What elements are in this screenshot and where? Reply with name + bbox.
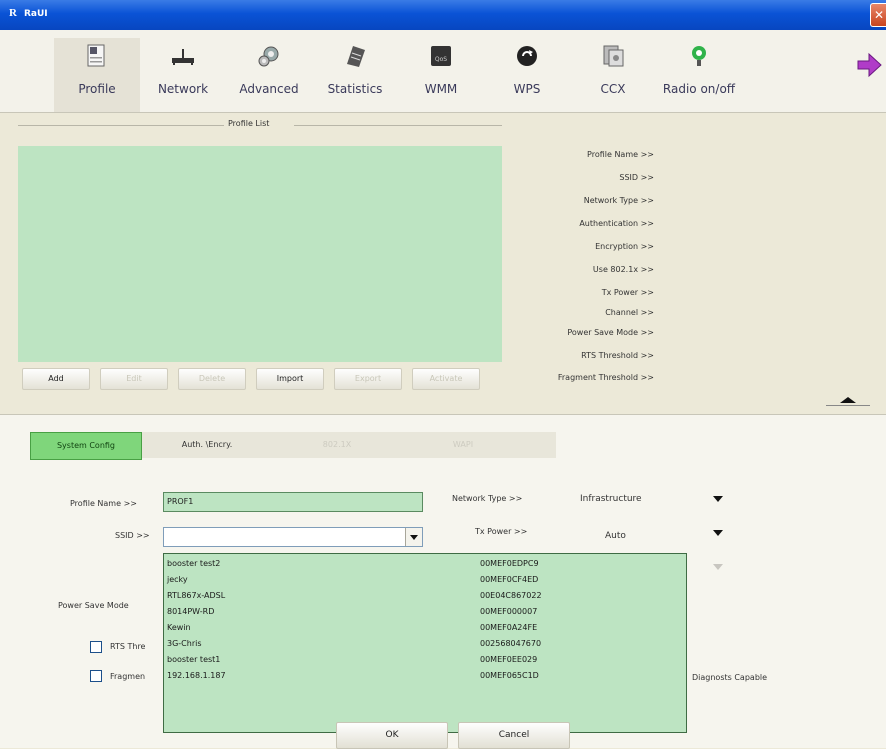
wmm-icon: QoS	[431, 46, 451, 66]
window-title: RaUI	[24, 9, 48, 19]
network-type-value[interactable]: Infrastructure	[580, 494, 642, 504]
info-use-8021x-label: Use 802.1x >>	[592, 265, 654, 274]
ssid-label: SSID >>	[115, 531, 150, 540]
tx-power-value[interactable]: Auto	[605, 531, 626, 541]
statistics-icon	[347, 46, 365, 67]
close-button[interactable]: ✕	[870, 3, 886, 27]
import-profile-button[interactable]: Import	[256, 368, 324, 390]
network-type-dropdown-icon[interactable]	[713, 496, 723, 502]
toolbar-ccx-button[interactable]: CCX	[570, 38, 656, 112]
toolbar-advanced-button[interactable]: Advanced	[226, 38, 312, 112]
tab-8021x[interactable]: 802.1X	[282, 432, 392, 458]
profile-name-label: Profile Name >>	[70, 499, 137, 508]
info-tx-power-label: Tx Power >>	[601, 288, 654, 297]
tab-auth-encry[interactable]: Auth. \Encry.	[152, 432, 262, 458]
ssid-option[interactable]: booster test2 00MEF0EDPC9	[164, 556, 686, 572]
ssid-option[interactable]: 192.168.1.187 00MEF065C1D	[164, 668, 686, 684]
fragment-threshold-label: Fragmen	[110, 672, 146, 681]
profile-list-divider	[18, 125, 224, 126]
ssid-option[interactable]: RTL867x-ADSL 00E04C867022	[164, 588, 686, 604]
toolbar-wmm-label: WMM	[424, 82, 458, 96]
network-type-label: Network Type >>	[452, 494, 523, 503]
network-icon	[172, 49, 194, 65]
profile-icon	[87, 44, 105, 67]
ssid-option[interactable]: 3G-Chris 002568047670	[164, 636, 686, 652]
tx-power-label: Tx Power >>	[475, 527, 528, 536]
info-channel-label: Channel >>	[605, 308, 654, 317]
toolbar-profile-button[interactable]: Profile	[54, 38, 140, 112]
cancel-button[interactable]: Cancel	[458, 722, 570, 749]
info-authentication-label: Authentication >>	[579, 219, 654, 228]
toolbar-network-label: Network	[157, 82, 209, 96]
edit-profile-button[interactable]: Edit	[100, 368, 168, 390]
profile-list[interactable]	[18, 146, 502, 362]
toolbar: Profile Network Advanced Statistics QoS	[0, 30, 886, 113]
toolbar-radio-button[interactable]: Radio on/off	[656, 38, 742, 112]
rts-threshold-label: RTS Thre	[110, 642, 146, 651]
toolbar-statistics-label: Statistics	[327, 82, 383, 96]
delete-profile-button[interactable]: Delete	[178, 368, 246, 390]
ssid-dropdown-button[interactable]	[405, 528, 422, 546]
export-profile-button[interactable]: Export	[334, 368, 402, 390]
add-profile-button[interactable]: Add	[22, 368, 90, 390]
ccx-icon	[603, 45, 624, 67]
info-power-save-label: Power Save Mode >>	[567, 328, 654, 337]
profile-list-title: Profile List	[228, 119, 270, 128]
tab-system-config[interactable]: System Config	[30, 432, 142, 460]
toolbar-wmm-button[interactable]: QoS WMM	[398, 38, 484, 112]
toolbar-wps-label: WPS	[513, 82, 541, 96]
toolbar-next-button[interactable]	[856, 52, 882, 78]
ssid-option[interactable]: 8014PW-RD 00MEF000007	[164, 604, 686, 620]
radio-icon	[692, 46, 706, 66]
rts-threshold-checkbox[interactable]	[90, 641, 102, 653]
wps-icon	[517, 46, 537, 66]
toolbar-statistics-button[interactable]: Statistics	[312, 38, 398, 112]
arrow-right-icon	[857, 52, 882, 78]
ssid-option[interactable]: booster test1 00MEF0EE029	[164, 652, 686, 668]
app-logo-icon: R	[9, 7, 17, 19]
power-save-label: Power Save Mode	[58, 601, 129, 610]
info-encryption-label: Encryption >>	[595, 242, 654, 251]
collapse-up-icon[interactable]	[840, 397, 856, 403]
toolbar-advanced-label: Advanced	[239, 82, 299, 96]
ssid-option[interactable]: jecky 00MEF0CF4ED	[164, 572, 686, 588]
toolbar-wps-button[interactable]: WPS	[484, 38, 570, 112]
info-rts-threshold-label: RTS Threshold >>	[581, 351, 654, 360]
info-fragment-threshold-label: Fragment Threshold >>	[557, 373, 654, 382]
tx-power-dropdown-icon[interactable]	[713, 530, 723, 536]
toolbar-network-button[interactable]: Network	[140, 38, 226, 112]
toolbar-profile-label: Profile	[78, 82, 116, 96]
tab-wapi[interactable]: WAPI	[408, 432, 518, 458]
title-bar: R RaUI ✕	[0, 0, 886, 30]
fragment-threshold-checkbox[interactable]	[90, 670, 102, 682]
svg-text:QoS: QoS	[435, 56, 447, 63]
profile-name-input[interactable]: PROF1	[163, 492, 423, 512]
toolbar-ccx-label: CCX	[600, 82, 626, 96]
info-profile-name-label: Profile Name >>	[587, 150, 654, 159]
diagnosis-capable-label: Diagnosts Capable	[692, 673, 768, 682]
ssid-option[interactable]: Kewin 00MEF0A24FE	[164, 620, 686, 636]
collapse-base-line	[826, 405, 870, 406]
toolbar-radio-label: Radio on/off	[662, 82, 736, 96]
channel-dropdown-icon[interactable]	[713, 564, 723, 570]
ssid-combobox[interactable]	[163, 527, 423, 547]
activate-profile-button[interactable]: Activate	[412, 368, 480, 390]
advanced-icon	[258, 46, 279, 67]
ok-button[interactable]: OK	[336, 722, 448, 749]
info-network-type-label: Network Type >>	[583, 196, 654, 205]
profile-list-divider-right	[294, 125, 502, 126]
ssid-dropdown-list[interactable]: booster test2 00MEF0EDPC9 jecky 00MEF0CF…	[163, 553, 687, 733]
info-ssid-label: SSID >>	[619, 173, 654, 182]
